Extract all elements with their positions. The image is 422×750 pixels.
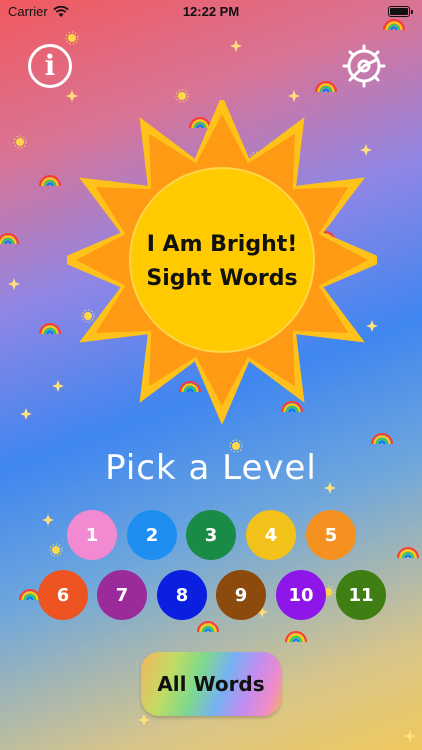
level-7-button[interactable]: 7	[97, 570, 147, 620]
level-6-button[interactable]: 6	[38, 570, 88, 620]
title-line-1: I Am Bright!	[146, 232, 298, 257]
level-2-button[interactable]: 2	[127, 510, 177, 560]
level-5-button[interactable]: 5	[306, 510, 356, 560]
battery-icon	[388, 6, 413, 17]
status-bar: Carrier 12:22 PM	[0, 0, 422, 24]
level-9-button[interactable]: 9	[216, 570, 266, 620]
title-line-2: Sight Words	[146, 266, 298, 291]
level-10-button[interactable]: 10	[276, 570, 326, 620]
level-prompt: Pick a Level	[105, 448, 317, 488]
level-8-button[interactable]: 8	[157, 570, 207, 620]
all-words-button[interactable]: All Words	[141, 652, 281, 716]
info-icon: i	[44, 49, 56, 82]
settings-button[interactable]	[340, 42, 388, 90]
level-4-button[interactable]: 4	[246, 510, 296, 560]
gear-icon	[342, 44, 386, 88]
level-1-button[interactable]: 1	[67, 510, 117, 560]
status-time: 12:22 PM	[182, 4, 240, 19]
info-button[interactable]: i	[28, 44, 72, 88]
level-3-button[interactable]: 3	[186, 510, 236, 560]
app-title: I Am Bright! Sight Words	[117, 228, 327, 296]
level-11-button[interactable]: 11	[336, 570, 386, 620]
